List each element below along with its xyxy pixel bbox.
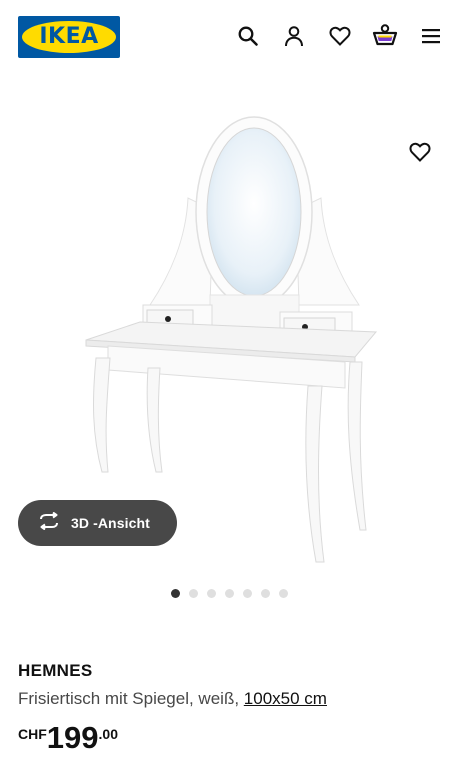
product-dimensions-link[interactable]: 100x50 cm xyxy=(244,689,327,708)
price-decimals: .00 xyxy=(98,726,118,742)
view-3d-button[interactable]: 3D -Ansicht xyxy=(18,500,177,546)
ikea-logo[interactable]: IKEA xyxy=(18,16,120,58)
search-icon[interactable] xyxy=(234,22,262,50)
carousel-dot[interactable] xyxy=(261,589,270,598)
product-price: CHF 199 .00 xyxy=(18,722,118,753)
product-description: Frisiertisch mit Spiegel, weiß, 100x50 c… xyxy=(18,689,327,709)
price-integer: 199 xyxy=(46,720,99,755)
account-icon[interactable] xyxy=(280,22,308,50)
site-header: IKEA xyxy=(0,0,461,74)
menu-icon[interactable] xyxy=(417,22,445,50)
carousel-dot[interactable] xyxy=(189,589,198,598)
carousel-dot[interactable] xyxy=(225,589,234,598)
carousel-dot[interactable] xyxy=(171,589,180,598)
carousel-indicator xyxy=(171,589,288,599)
logo-text: IKEA xyxy=(39,24,99,49)
rotate-3d-icon xyxy=(37,511,61,535)
product-type: Frisiertisch mit Spiegel, weiß, xyxy=(18,689,240,708)
carousel-dot[interactable] xyxy=(279,589,288,598)
logo-oval: IKEA xyxy=(22,21,116,53)
basket-icon[interactable] xyxy=(371,22,399,50)
favourite-heart-icon[interactable] xyxy=(406,138,434,166)
view-3d-label: 3D -Ansicht xyxy=(71,515,150,531)
carousel-dot[interactable] xyxy=(207,589,216,598)
wishlist-heart-icon[interactable] xyxy=(326,22,354,50)
carousel-dot[interactable] xyxy=(243,589,252,598)
product-name: HEMNES xyxy=(18,661,93,680)
price-currency: CHF xyxy=(18,726,47,742)
